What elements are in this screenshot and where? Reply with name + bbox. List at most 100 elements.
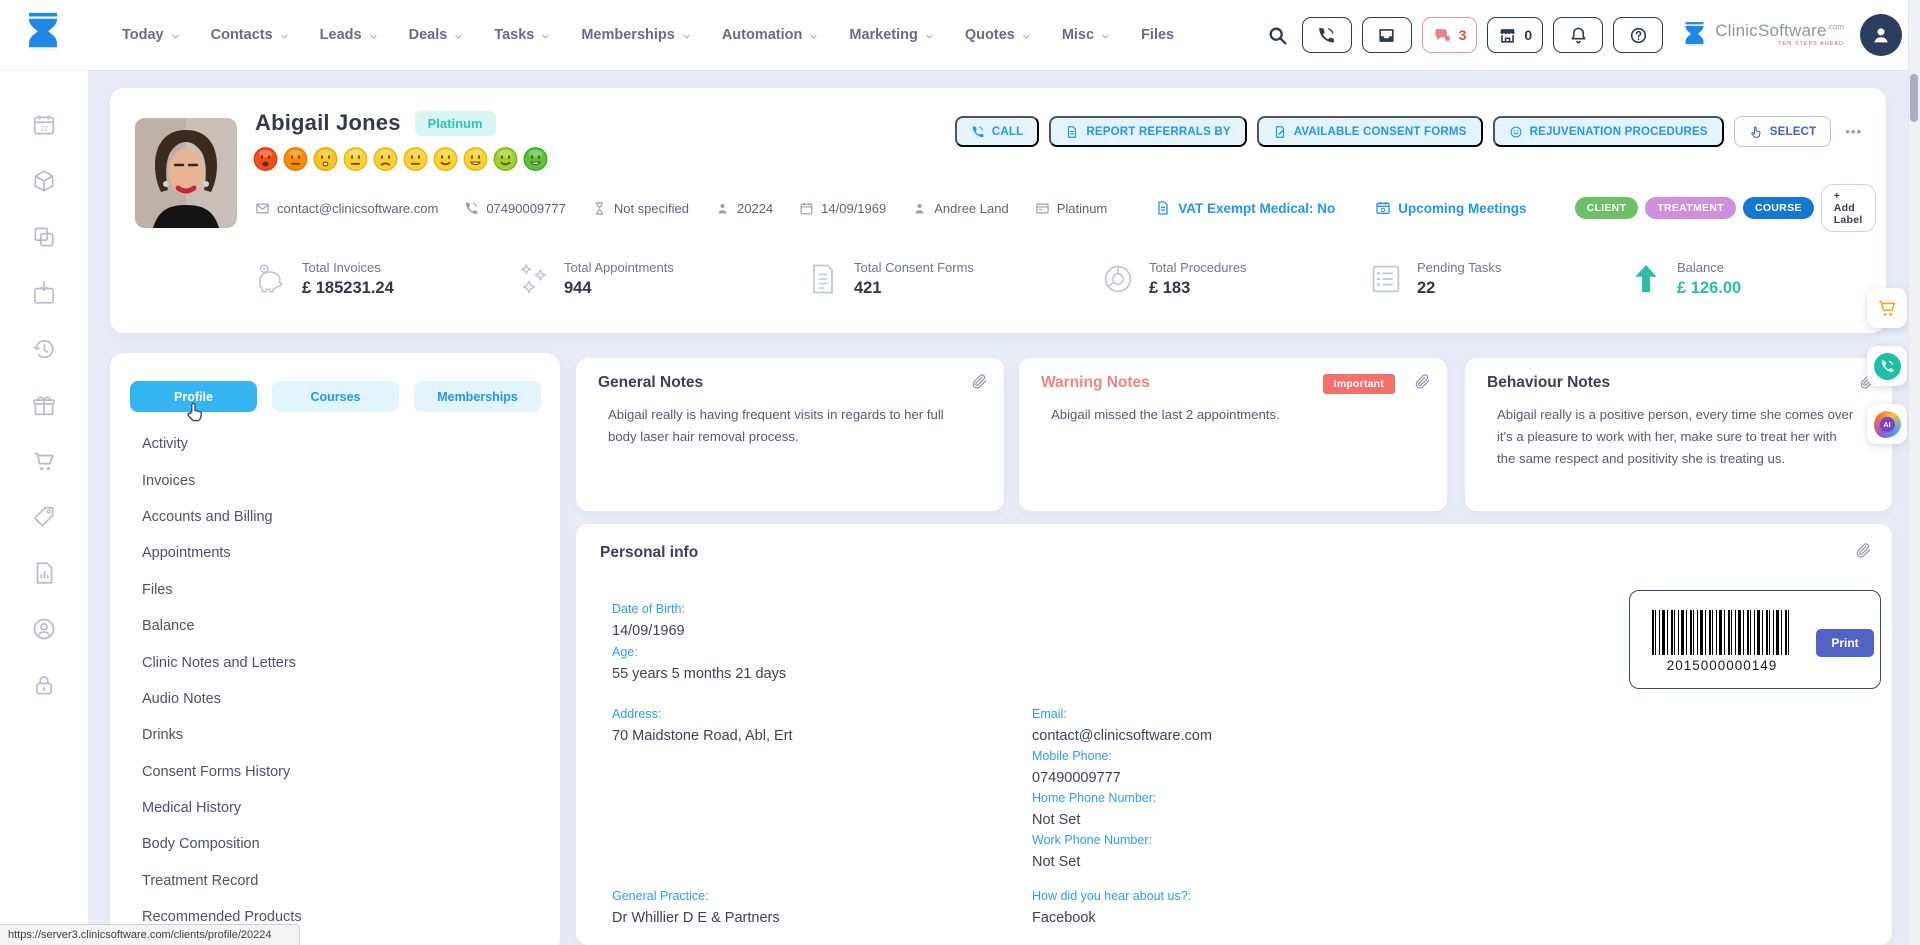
barcode xyxy=(1652,610,1792,655)
menu-balance[interactable]: Balance xyxy=(142,608,544,644)
hourglass-icon xyxy=(592,201,607,216)
icon-rail xyxy=(0,70,88,945)
mood-emoji[interactable] xyxy=(492,145,519,172)
menu-drinks[interactable]: Drinks xyxy=(142,717,544,753)
nav-files[interactable]: Files xyxy=(1141,27,1174,43)
mood-emoji[interactable] xyxy=(252,145,279,172)
nav-today[interactable]: Today xyxy=(122,27,181,43)
chat-button[interactable]: 3 xyxy=(1422,17,1478,53)
ai-icon: AI xyxy=(1874,411,1901,438)
face-icon xyxy=(1509,125,1523,139)
nav-contacts[interactable]: Contacts xyxy=(211,27,290,43)
nav-memberships[interactable]: Memberships xyxy=(581,27,691,43)
add-label-button[interactable]: + Add Label xyxy=(1821,184,1876,232)
register-button[interactable]: 0 xyxy=(1487,17,1543,53)
menu-consent-history[interactable]: Consent Forms History xyxy=(142,754,544,790)
tab-courses[interactable]: Courses xyxy=(272,381,399,412)
rail-tag-icon[interactable] xyxy=(31,504,57,530)
menu-audio-notes[interactable]: Audio Notes xyxy=(142,681,544,717)
rejuvenation-button[interactable]: REJUVENATION PROCEDURES xyxy=(1493,116,1724,147)
consent-forms-button[interactable]: AVAILABLE CONSENT FORMS xyxy=(1257,116,1483,147)
call-button[interactable]: CALL xyxy=(955,116,1039,147)
rail-history-icon[interactable] xyxy=(31,336,57,362)
pie-chart-icon xyxy=(1100,261,1136,297)
card-icon xyxy=(1035,201,1050,216)
menu-treatment-record[interactable]: Treatment Record xyxy=(142,863,544,899)
tab-memberships[interactable]: Memberships xyxy=(414,381,541,412)
rail-calendar-import-icon[interactable] xyxy=(31,280,57,306)
rail-report-icon[interactable] xyxy=(31,560,57,586)
inbox-button[interactable] xyxy=(1362,17,1412,53)
vat-exempt-link[interactable]: VAT Exempt Medical: No xyxy=(1155,200,1335,216)
mood-emoji[interactable] xyxy=(432,145,459,172)
attach-edit-icon[interactable] xyxy=(971,373,988,390)
menu-body-composition[interactable]: Body Composition xyxy=(142,826,544,862)
mood-emoji[interactable] xyxy=(522,145,549,172)
nav-tasks[interactable]: Tasks xyxy=(494,27,551,43)
select-button[interactable]: SELECT xyxy=(1734,116,1832,147)
document-icon xyxy=(1155,200,1171,216)
floating-call-button[interactable] xyxy=(1867,346,1907,386)
rail-gift-icon[interactable] xyxy=(31,392,57,418)
mood-emoji[interactable] xyxy=(312,145,339,172)
dob-label: Date of Birth: xyxy=(612,602,685,616)
nav-label: Leads xyxy=(320,27,362,43)
chevron-down-icon xyxy=(170,31,181,42)
menu-activity[interactable]: Activity xyxy=(142,426,544,462)
rail-staff-icon[interactable] xyxy=(31,616,57,642)
attach-edit-icon[interactable] xyxy=(1414,373,1431,390)
chevron-down-icon xyxy=(1100,31,1111,42)
rail-products-icon[interactable] xyxy=(31,168,57,194)
general-notes-card: General Notes Abigail really is having f… xyxy=(576,358,1004,511)
nav-quotes[interactable]: Quotes xyxy=(965,27,1032,43)
inbox-icon xyxy=(1377,26,1396,45)
mood-emoji[interactable] xyxy=(342,145,369,172)
general-notes-text: Abigail really is having frequent visits… xyxy=(608,404,968,448)
rail-calendar-icon[interactable] xyxy=(31,112,57,138)
app-logo-icon[interactable] xyxy=(22,10,64,61)
nav-marketing[interactable]: Marketing xyxy=(849,27,935,43)
menu-clinic-notes[interactable]: Clinic Notes and Letters xyxy=(142,644,544,680)
mood-emoji[interactable] xyxy=(372,145,399,172)
dialer-button[interactable] xyxy=(1302,17,1352,53)
brand-hourglass-icon xyxy=(1681,20,1708,50)
user-avatar[interactable] xyxy=(1860,14,1902,56)
sparkles-icon xyxy=(515,261,551,297)
mood-emoji[interactable] xyxy=(402,145,429,172)
mouse-cursor-pointer xyxy=(182,400,208,426)
main-nav: Today Contacts Leads Deals Tasks Members… xyxy=(122,27,1174,43)
menu-medical-history[interactable]: Medical History xyxy=(142,790,544,826)
more-actions-button[interactable]: ••• xyxy=(1845,124,1862,139)
notifications-button[interactable] xyxy=(1553,17,1603,53)
floating-cart-button[interactable] xyxy=(1867,288,1907,328)
rail-cart-icon[interactable] xyxy=(31,448,57,474)
tier-badge: Platinum xyxy=(415,111,496,136)
menu-appointments[interactable]: Appointments xyxy=(142,535,544,571)
attach-edit-icon[interactable] xyxy=(1855,542,1872,559)
scrollbar-thumb[interactable] xyxy=(1910,74,1918,122)
menu-invoices[interactable]: Invoices xyxy=(142,462,544,498)
profile-menu: Activity Invoices Accounts and Billing A… xyxy=(142,426,544,935)
menu-accounts-billing[interactable]: Accounts and Billing xyxy=(142,499,544,535)
floating-ai-button[interactable]: AI xyxy=(1867,404,1907,444)
brand-name: ClinicSoftware xyxy=(1715,21,1826,40)
upcoming-meetings-link[interactable]: Upcoming Meetings xyxy=(1375,200,1526,216)
print-barcode-button[interactable]: Print xyxy=(1816,629,1874,657)
nav-leads[interactable]: Leads xyxy=(320,27,379,43)
nav-label: Deals xyxy=(409,27,448,43)
pen-document-icon xyxy=(1273,125,1287,139)
rail-duplicate-icon[interactable] xyxy=(31,224,57,250)
help-button[interactable] xyxy=(1613,17,1663,53)
chevron-down-icon xyxy=(808,31,819,42)
chevron-down-icon xyxy=(279,31,290,42)
report-referrals-button[interactable]: REPORT REFERRALS BY xyxy=(1049,116,1246,147)
rail-lock-icon[interactable] xyxy=(31,672,57,698)
mood-emoji[interactable] xyxy=(462,145,489,172)
nav-automation[interactable]: Automation xyxy=(722,27,820,43)
nav-deals[interactable]: Deals xyxy=(409,27,465,43)
menu-files[interactable]: Files xyxy=(142,572,544,608)
mood-emoji[interactable] xyxy=(282,145,309,172)
nav-misc[interactable]: Misc xyxy=(1062,27,1111,43)
scrollbar-track[interactable] xyxy=(1908,0,1920,945)
search-icon[interactable] xyxy=(1267,25,1288,46)
